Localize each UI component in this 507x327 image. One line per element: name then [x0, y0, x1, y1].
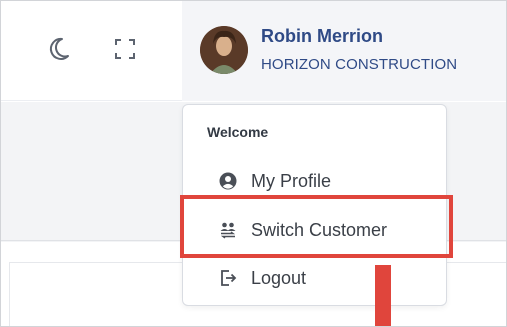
dropdown-header: Welcome	[207, 124, 269, 140]
top-navbar: Robin Merrion HORIZON CONSTRUCTION	[1, 1, 506, 101]
menu-item-my-profile[interactable]: My Profile	[183, 161, 448, 201]
menu-item-logout[interactable]: Logout	[183, 258, 448, 298]
logout-icon	[219, 269, 237, 287]
user-name[interactable]: Robin Merrion	[261, 26, 383, 47]
users-switch-icon	[219, 221, 237, 239]
fullscreen-icon[interactable]	[111, 35, 139, 63]
user-circle-icon	[219, 172, 237, 190]
menu-item-label: My Profile	[251, 170, 332, 191]
avatar[interactable]	[200, 26, 248, 74]
app-frame: Robin Merrion HORIZON CONSTRUCTION Welco…	[0, 0, 507, 327]
user-dropdown-menu: Welcome My Profile Switch Customer Logou…	[182, 104, 447, 306]
menu-item-switch-customer[interactable]: Switch Customer	[183, 210, 448, 250]
user-company: HORIZON CONSTRUCTION	[261, 56, 458, 73]
moon-icon[interactable]	[45, 35, 73, 63]
menu-item-label: Switch Customer	[251, 219, 388, 240]
menu-item-label: Logout	[251, 267, 307, 288]
